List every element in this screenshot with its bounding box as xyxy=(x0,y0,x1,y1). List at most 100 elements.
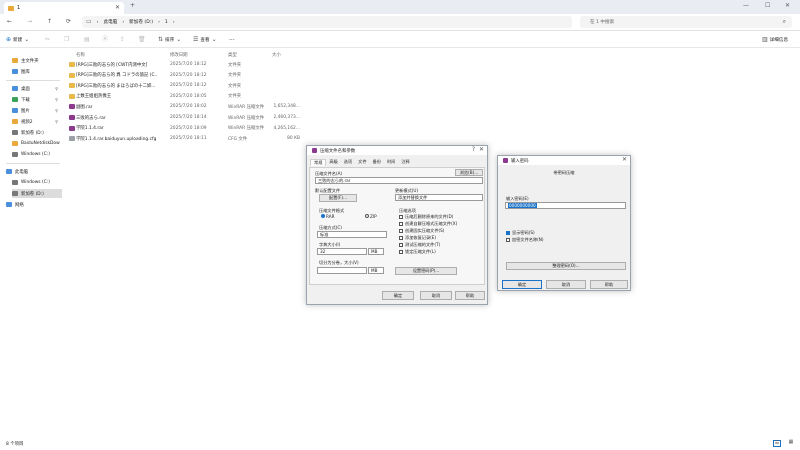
close-icon[interactable]: ✕ xyxy=(622,157,627,163)
folder-icon xyxy=(12,97,18,102)
sidebar-item[interactable]: 图片 ⚲ xyxy=(12,106,62,115)
profile-button[interactable]: 配置(F)... xyxy=(319,194,357,202)
option-checkbox[interactable]: 测试压缩的文件(T) xyxy=(399,242,440,248)
breadcrumb-folder[interactable]: 1 xyxy=(165,20,168,25)
file-row[interactable]: 学院1.1.4.rar 2025/7/20 18:09 WinRAR 压缩文件 4,2… xyxy=(66,124,366,133)
file-row[interactable]: [RPG]三败的志ら的 [CWT内测中文] 2025/7/20 18:12 文件夹 xyxy=(66,60,366,69)
method-select[interactable]: 标准 xyxy=(317,231,387,238)
update-mode-select[interactable]: 添加并替换文件 xyxy=(395,194,483,201)
column-type[interactable]: 类型 xyxy=(228,52,237,58)
option-label: 创建自解压格式压缩文件(X) xyxy=(405,221,458,226)
details-view-icon[interactable]: ☰ xyxy=(773,440,781,447)
copy-icon[interactable]: ❐ xyxy=(64,37,69,43)
file-row[interactable]: 上数王姐姐热像王 2025/7/20 18:05 文件夹 xyxy=(66,92,366,101)
password-ok-button[interactable]: 确定 xyxy=(502,280,542,289)
option-checkbox[interactable]: 添加恢复记录(E) xyxy=(399,235,436,241)
tab-2[interactable]: 选项 xyxy=(341,159,355,166)
organize-passwords-button[interactable]: 整理密码(O)... xyxy=(506,262,626,270)
sidebar-item[interactable]: 新加卷 (D:) xyxy=(12,128,62,137)
set-password-button[interactable]: 设置密码(P)... xyxy=(395,267,457,275)
help-button[interactable]: 帮助 xyxy=(455,291,485,300)
sidebar-item[interactable]: 桌面 ⚲ xyxy=(12,84,62,93)
breadcrumb[interactable]: ▭ › 此电脑 › 新加卷 (D:) › 1 › xyxy=(82,16,572,28)
search-input[interactable]: 在 1 中搜索 ⌕ xyxy=(580,16,792,28)
option-checkbox[interactable]: 压缩后删除原来的文件(D) xyxy=(399,214,453,220)
breadcrumb-this-pc[interactable]: 此电脑 xyxy=(104,19,118,25)
maximize-icon[interactable]: ☐ xyxy=(765,3,770,9)
file-row[interactable]: [RPG]三败的志ら的 まほろばの十二姉... 2025/7/20 18:12 文件… xyxy=(66,81,366,90)
tab-0[interactable]: 常规 xyxy=(310,159,327,166)
file-row[interactable]: 三败的志ら.rar 2025/7/20 18:14 WinRAR 压缩文件 2,460… xyxy=(66,113,366,122)
encrypt-names-checkbox[interactable]: 加密文件名称(N) xyxy=(506,237,544,243)
search-placeholder: 在 1 中搜索 xyxy=(590,20,615,25)
cut-icon[interactable]: ✂ xyxy=(45,37,50,43)
sidebar-item[interactable]: 此电脑 xyxy=(6,167,62,176)
show-password-checkbox[interactable]: 显示密码(S) xyxy=(506,230,535,236)
more-button[interactable]: ··· xyxy=(229,37,235,44)
sidebar-item[interactable]: 下载 ⚲ xyxy=(12,95,62,104)
view-button[interactable]: ☰ 查看 ⌄ xyxy=(193,37,217,44)
tab-6[interactable]: 注释 xyxy=(398,159,412,166)
column-name[interactable]: 名称 xyxy=(76,52,85,58)
sidebar-item[interactable]: 网络 xyxy=(6,200,62,209)
sidebar-item[interactable]: Windows (C:) xyxy=(12,150,62,159)
password-cancel-button[interactable]: 取消 xyxy=(546,280,586,289)
sidebar-item[interactable]: 新加卷 (D:) xyxy=(12,189,62,198)
up-icon[interactable]: ↑ xyxy=(47,19,52,25)
file-row[interactable]: 副图.rar 2025/7/20 18:02 WinRAR 压缩文件 1,652,34… xyxy=(66,102,366,111)
details-button[interactable]: ▥ 详细信息 xyxy=(762,36,788,44)
split-unit-select[interactable]: MB xyxy=(368,267,384,274)
sidebar-item-label: 视频2 xyxy=(21,119,33,125)
option-checkbox[interactable]: 创建自解压格式压缩文件(X) xyxy=(399,221,457,227)
back-icon[interactable]: ← xyxy=(7,19,12,25)
cancel-button[interactable]: 取消 xyxy=(420,291,452,300)
format-zip-radio[interactable]: ZIP xyxy=(365,214,377,219)
minimize-icon[interactable]: — xyxy=(743,3,749,9)
tiles-view-icon[interactable]: ▦ xyxy=(787,440,795,447)
sidebar-item[interactable]: 图库 xyxy=(12,67,62,76)
close-tab-icon[interactable]: ✕ xyxy=(115,5,120,11)
refresh-icon[interactable]: ⟳ xyxy=(66,19,71,25)
paste-icon[interactable]: ▤ xyxy=(84,37,90,43)
file-row[interactable]: [RPG]三败的志ら的 異 コドラの旅記 (C.. 2025/7/20 18:12… xyxy=(66,71,366,80)
sidebar-item[interactable]: Windows (C:) xyxy=(12,178,62,187)
column-date[interactable]: 修改日期 xyxy=(170,52,188,58)
ok-button[interactable]: 确定 xyxy=(382,291,414,300)
sidebar-item-label: 桌面 xyxy=(21,86,30,92)
delete-icon[interactable]: 🗑 xyxy=(138,37,146,43)
tab-4[interactable]: 备份 xyxy=(370,159,384,166)
file-row[interactable]: 学院1.1.4.rar.baiduyun.uploading.cfg 2025/7… xyxy=(66,134,366,143)
breadcrumb-drive-d[interactable]: 新加卷 (D:) xyxy=(129,19,153,25)
new-tab-icon[interactable]: + xyxy=(130,3,135,9)
option-checkbox[interactable]: 锁定压缩文件(L) xyxy=(399,249,436,255)
format-rar-radio[interactable]: RAR xyxy=(321,214,335,219)
close-icon[interactable]: ✕ xyxy=(785,3,790,9)
rar-file-icon xyxy=(69,115,75,120)
archive-name-input[interactable]: 三败的志ら的.rar xyxy=(315,177,483,184)
tab-1[interactable]: 高级 xyxy=(326,159,340,166)
tab-1[interactable]: 1 ✕ xyxy=(4,2,124,14)
dictionary-select[interactable]: 32 xyxy=(317,248,367,255)
new-button[interactable]: ⊕ 新建 ⌄ xyxy=(6,37,29,44)
password-help-button[interactable]: 帮助 xyxy=(590,280,628,289)
rename-icon[interactable]: Ⓐ xyxy=(102,37,108,43)
password-input[interactable]: 0000000000 xyxy=(505,202,626,209)
close-icon[interactable]: ✕ xyxy=(479,147,484,153)
sidebar-item[interactable]: 视频2 ⚲ xyxy=(12,117,62,126)
dictionary-unit-select[interactable]: MB xyxy=(368,248,384,255)
tab-5[interactable]: 时间 xyxy=(384,159,398,166)
help-icon[interactable]: ? xyxy=(472,147,475,153)
tab-3[interactable]: 文件 xyxy=(355,159,369,166)
forward-icon[interactable]: → xyxy=(27,19,32,25)
sidebar-item[interactable]: 主文件夹 xyxy=(12,56,62,65)
sidebar-item[interactable]: BaiduNetdiskDow xyxy=(12,139,62,148)
share-icon[interactable]: ⇪ xyxy=(120,37,125,43)
column-size[interactable]: 大小 xyxy=(272,52,310,58)
file-size: 4,265,162... xyxy=(273,125,300,131)
details-pane-icon: ▥ xyxy=(762,36,768,43)
browse-button[interactable]: 浏览(B)... xyxy=(455,169,483,176)
split-volume-input[interactable] xyxy=(317,267,367,274)
sort-button[interactable]: ⇅ 排序 ⌄ xyxy=(158,37,181,44)
rar-file-icon xyxy=(69,125,75,131)
option-checkbox[interactable]: 创建固实压缩文件(S) xyxy=(399,228,444,234)
